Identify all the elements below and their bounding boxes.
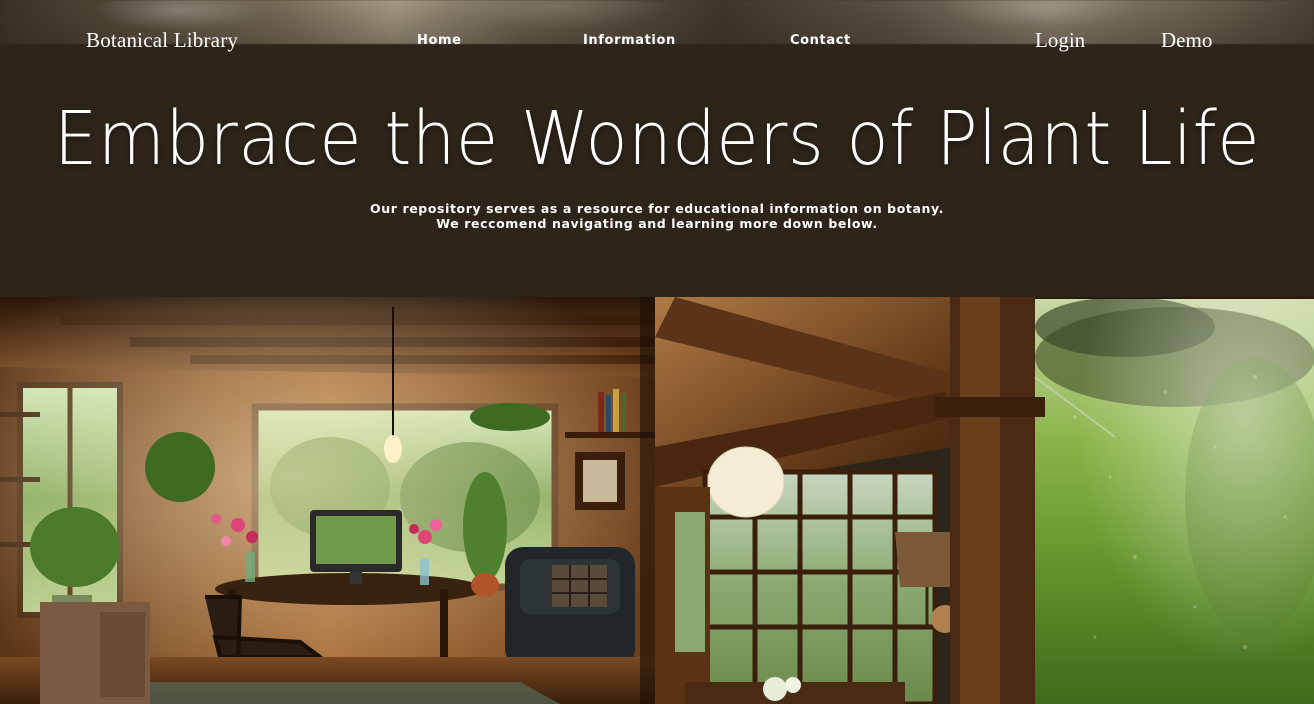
nav-information-link[interactable]: Information — [583, 33, 676, 48]
page: Botanical Library Home Information Conta… — [0, 0, 1314, 704]
hero-subtitle-line-1: Our repository serves as a resource for … — [370, 201, 944, 216]
site-header: Botanical Library Home Information Conta… — [0, 0, 1314, 84]
demo-link[interactable]: Demo — [1161, 28, 1212, 53]
hero-title: Embrace the Wonders of Plant Life — [53, 96, 1261, 182]
login-link[interactable]: Login — [1035, 28, 1085, 53]
brand-logo-link[interactable]: Botanical Library — [86, 28, 238, 53]
nav-home-link[interactable]: Home — [417, 33, 462, 48]
sunroom-window-photo — [655, 297, 1314, 704]
cabin-study-photo — [0, 297, 655, 704]
hero-subtitle-line-2: We reccomend navigating and learning mor… — [436, 216, 878, 231]
nav-contact-link[interactable]: Contact — [790, 33, 851, 48]
image-gallery — [0, 297, 1314, 704]
